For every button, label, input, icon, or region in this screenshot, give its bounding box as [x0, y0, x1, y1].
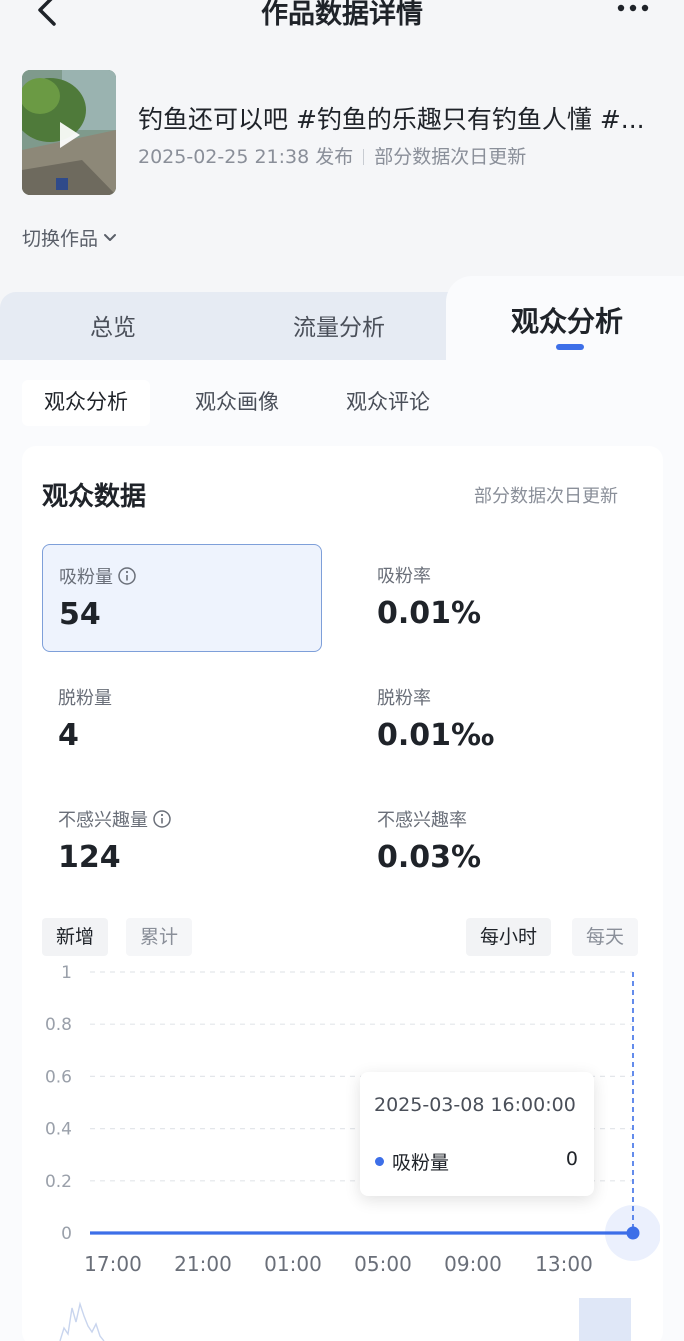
y-tick-label: 0.2 — [45, 1172, 72, 1192]
scroller-sparkline — [59, 1301, 105, 1341]
more-icon — [617, 4, 649, 12]
metric-follower-loss-rate[interactable]: 脱粉率 0.01‰ — [361, 666, 641, 774]
metric-value: 54 — [59, 597, 101, 632]
chart-tooltip: 2025-03-08 16:00:00 吸粉量 0 — [360, 1072, 594, 1196]
metric-follower-gain[interactable]: 吸粉量 54 — [42, 544, 322, 652]
metric-label: 吸粉量 — [59, 563, 137, 589]
subtab-audience-profile[interactable]: 观众画像 — [173, 380, 301, 426]
metric-not-interested[interactable]: 不感兴趣量 124 — [42, 788, 322, 896]
metric-label-text: 吸粉量 — [59, 567, 113, 588]
x-tick-label: 09:00 — [444, 1252, 502, 1276]
x-tick-label: 21:00 — [174, 1252, 232, 1276]
tab-audience-analysis[interactable]: 观众分析 — [511, 300, 623, 340]
metric-follower-loss[interactable]: 脱粉量 4 — [42, 666, 322, 774]
metric-label: 不感兴趣率 — [377, 810, 467, 831]
work-card[interactable]: 钓鱼还可以吧 #钓鱼的乐趣只有钓鱼人懂 #... 2025-02-25 21:3… — [22, 70, 662, 196]
page-title: 作品数据详情 — [261, 0, 423, 30]
tooltip-value: 0 — [565, 1148, 578, 1170]
top-bar: 作品数据详情 — [0, 0, 684, 36]
y-tick-label: 0.6 — [45, 1067, 72, 1087]
metric-value: 124 — [58, 840, 121, 875]
metric-not-interested-rate[interactable]: 不感兴趣率 0.03% — [361, 788, 641, 896]
tooltip-label: 吸粉量 — [392, 1152, 450, 1174]
tab-overview[interactable]: 总览 — [90, 308, 136, 342]
publish-time: 2025-02-25 21:38 发布 — [138, 146, 354, 168]
metric-value: 0.03% — [377, 840, 482, 875]
metric-label: 不感兴趣量 — [58, 806, 172, 832]
video-thumbnail[interactable] — [22, 70, 116, 195]
metric-value: 0.01% — [377, 596, 482, 631]
x-tick-label: 01:00 — [264, 1252, 322, 1276]
toggle-hourly[interactable]: 每小时 — [466, 918, 552, 956]
metric-label: 吸粉率 — [377, 566, 431, 587]
tooltip-series-dot — [375, 1157, 384, 1166]
subtab-audience-comments[interactable]: 观众评论 — [324, 380, 452, 426]
metric-label-text: 不感兴趣量 — [58, 810, 148, 831]
subtab-audience-analysis[interactable]: 观众分析 — [22, 380, 150, 426]
y-tick-label: 1 — [61, 963, 72, 983]
switch-work-button[interactable]: 切换作品 — [22, 224, 118, 251]
work-meta: 2025-02-25 21:38 发布 部分数据次日更新 — [138, 142, 526, 169]
toggle-cumulative[interactable]: 累计 — [126, 918, 193, 956]
metric-label: 脱粉率 — [377, 688, 431, 709]
update-note: 部分数据次日更新 — [374, 146, 527, 168]
metric-label: 脱粉量 — [58, 688, 112, 709]
tooltip-time: 2025-03-08 16:00:00 — [374, 1094, 576, 1116]
metric-follower-gain-rate[interactable]: 吸粉率 0.01% — [361, 544, 641, 652]
highlight-point — [626, 1226, 640, 1240]
tab-traffic-analysis[interactable]: 流量分析 — [293, 308, 385, 342]
y-tick-label: 0.4 — [45, 1120, 72, 1140]
x-tick-label: 05:00 — [354, 1252, 412, 1276]
more-button[interactable] — [612, 0, 658, 22]
y-tick-label: 0 — [61, 1224, 72, 1244]
x-tick-label: 17:00 — [84, 1252, 142, 1276]
toggle-daily[interactable]: 每天 — [572, 918, 639, 956]
toggle-new[interactable]: 新增 — [42, 918, 109, 956]
scroller-window — [579, 1298, 631, 1341]
meta-divider — [363, 149, 365, 165]
chevron-down-icon — [104, 233, 117, 241]
y-tick-label: 0.8 — [45, 1015, 72, 1035]
info-icon[interactable] — [117, 566, 137, 586]
metric-value: 0.01‰ — [377, 718, 495, 753]
tab-indicator — [556, 344, 584, 350]
panel-note: 部分数据次日更新 — [474, 486, 618, 507]
x-tick-label: 13:00 — [535, 1252, 593, 1276]
work-title: 钓鱼还可以吧 #钓鱼的乐趣只有钓鱼人懂 #... — [138, 105, 645, 134]
panel-title: 观众数据 — [42, 482, 147, 512]
info-icon[interactable] — [152, 809, 172, 829]
metric-value: 4 — [58, 718, 79, 753]
switch-work-label: 切换作品 — [22, 228, 99, 250]
